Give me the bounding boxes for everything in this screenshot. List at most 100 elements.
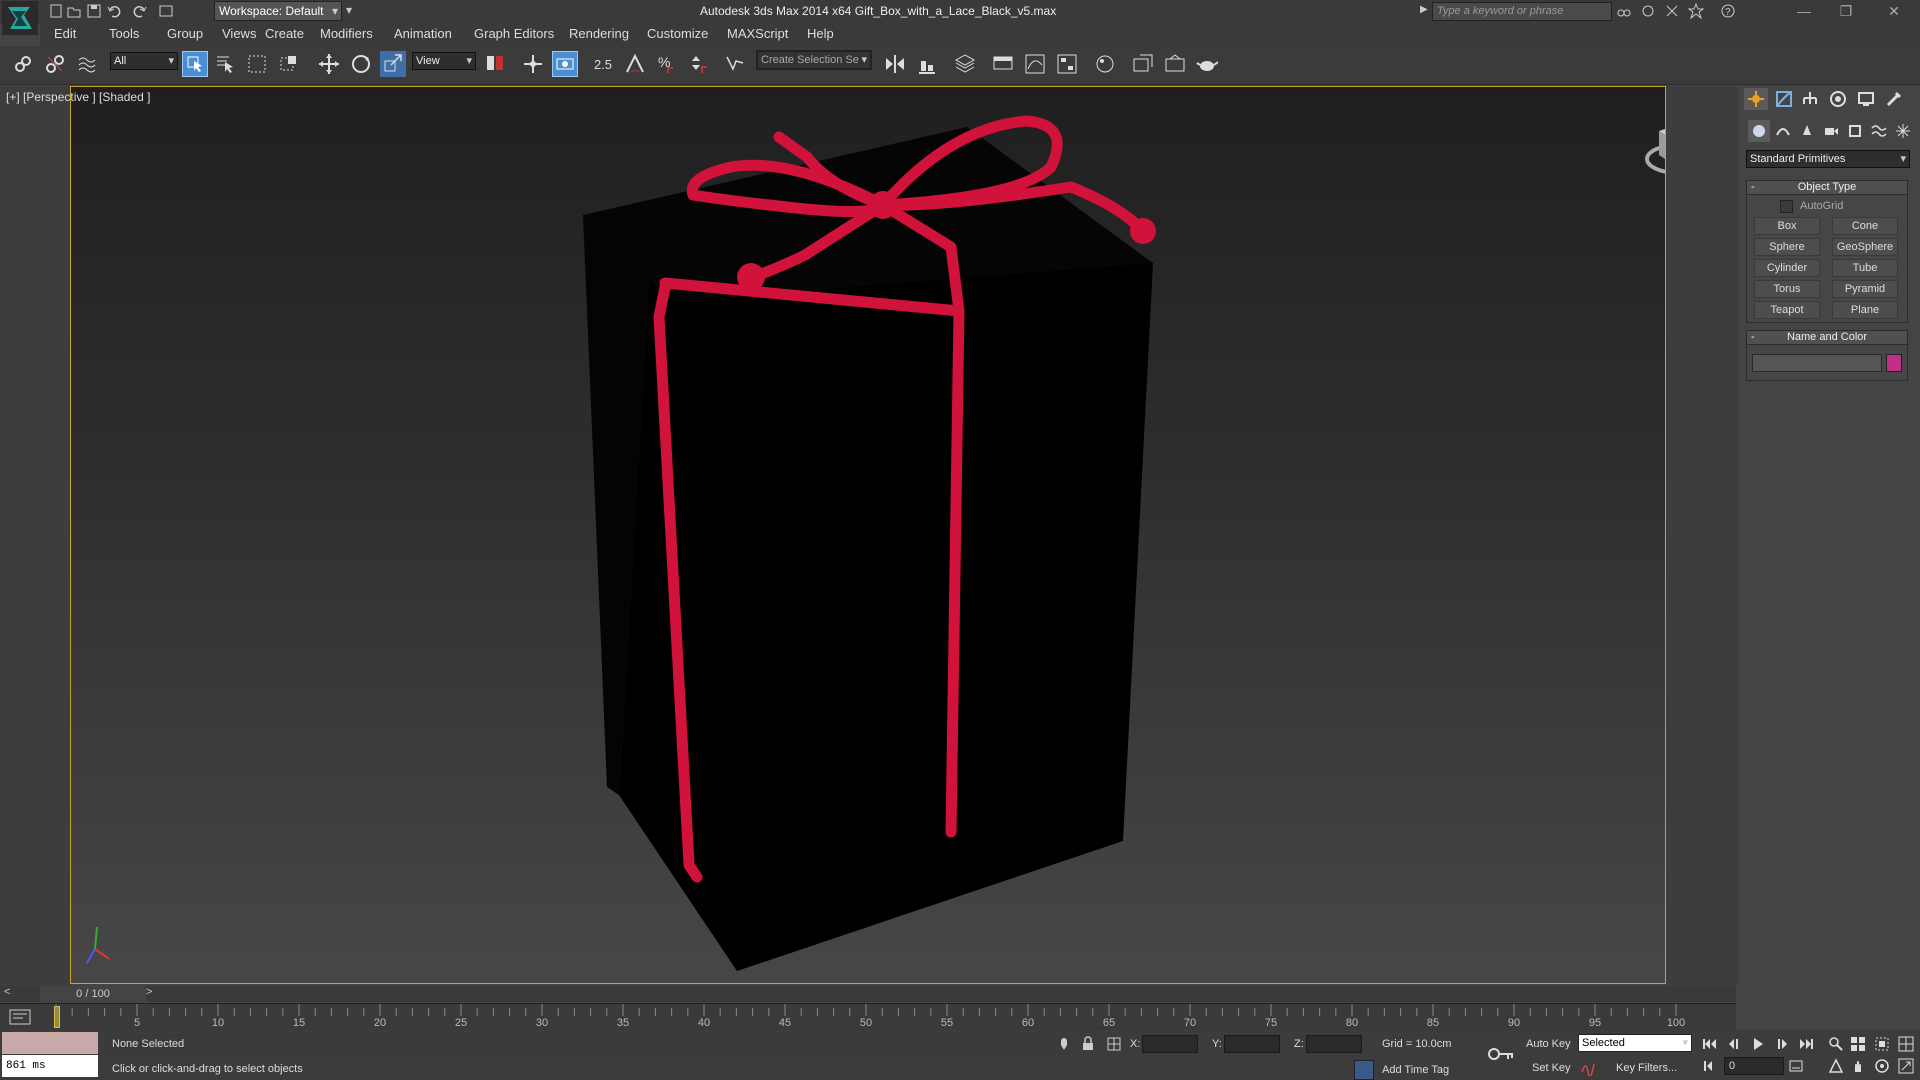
cylinder-button[interactable]: Cylinder (1754, 259, 1820, 277)
menu-customize[interactable]: Customize (647, 26, 708, 41)
workspace-dropdown[interactable]: Workspace: Default (214, 1, 342, 21)
set-key-icon[interactable] (1488, 1046, 1514, 1065)
shapes-icon[interactable] (1772, 120, 1794, 142)
autogrid-checkbox[interactable] (1780, 200, 1793, 213)
torus-button[interactable]: Torus (1754, 280, 1820, 298)
go-to-end-icon[interactable] (1796, 1034, 1816, 1054)
object-name-input[interactable] (1752, 354, 1882, 372)
customize-quick-access-icon[interactable]: ▾ (346, 3, 352, 17)
material-editor-icon[interactable] (1092, 51, 1118, 77)
percent-snap-icon[interactable]: % (654, 51, 680, 77)
menu-create[interactable]: Create (265, 26, 304, 41)
reference-coordinate-dropdown[interactable]: View (412, 52, 476, 70)
layer-manager-icon[interactable] (952, 51, 978, 77)
zoom-extents-icon[interactable] (1872, 1034, 1892, 1054)
cone-button[interactable]: Cone (1832, 217, 1898, 235)
pan-view-icon[interactable] (1848, 1056, 1868, 1076)
move-icon[interactable] (316, 51, 342, 77)
create-tab-icon[interactable] (1744, 88, 1768, 110)
schematic-view-icon[interactable] (1054, 51, 1080, 77)
menu-animation[interactable]: Animation (394, 26, 452, 41)
zoom-all-icon[interactable] (1848, 1034, 1868, 1054)
box-button[interactable]: Box (1754, 217, 1820, 235)
go-to-start-icon[interactable] (1700, 1034, 1720, 1054)
redo-icon[interactable] (132, 3, 150, 21)
modify-tab-icon[interactable] (1772, 88, 1796, 110)
rotate-icon[interactable] (348, 51, 374, 77)
key-filter-curve-icon[interactable] (1580, 1060, 1596, 1079)
time-slider-next-icon[interactable]: > (146, 986, 152, 998)
object-color-swatch[interactable] (1886, 354, 1902, 372)
menu-group[interactable]: Group (167, 26, 203, 41)
geometry-icon[interactable] (1748, 120, 1770, 142)
geosphere-button[interactable]: GeoSphere (1832, 238, 1898, 256)
render-production-teapot-icon[interactable] (1194, 51, 1220, 77)
tube-button[interactable]: Tube (1832, 259, 1898, 277)
orbit-icon[interactable] (1872, 1056, 1892, 1076)
menu-maxscript[interactable]: MAXScript (727, 26, 788, 41)
key-mode-dropdown[interactable]: Selected (1578, 1034, 1692, 1052)
object-category-dropdown[interactable]: Standard Primitives (1746, 150, 1910, 168)
key-filters-button[interactable]: Key Filters... (1616, 1062, 1677, 1074)
zoom-extents-all-icon[interactable] (1896, 1034, 1916, 1054)
app-logo-button[interactable] (2, 1, 38, 35)
window-crossing-icon[interactable] (276, 51, 302, 77)
absolute-offset-mode-icon[interactable] (1106, 1036, 1122, 1055)
time-tag-icon[interactable] (1354, 1060, 1374, 1080)
time-configuration-icon[interactable] (1786, 1056, 1806, 1076)
undo-icon[interactable] (106, 3, 124, 21)
lights-icon[interactable] (1796, 120, 1818, 142)
set-key-button[interactable]: Set Key (1532, 1062, 1571, 1074)
menu-graph-editors[interactable]: Graph Editors (474, 26, 554, 41)
manipulate-icon[interactable] (520, 51, 546, 77)
object-type-rollout-header[interactable]: - Object Type (1746, 180, 1908, 195)
open-file-icon[interactable] (66, 3, 84, 21)
render-setup-icon[interactable] (1130, 51, 1156, 77)
previous-frame-icon[interactable] (1724, 1034, 1744, 1054)
search-input[interactable]: Type a keyword or phrase (1432, 2, 1612, 21)
minimize-button[interactable]: — (1784, 0, 1824, 22)
keyboard-shortcut-override-icon[interactable] (552, 51, 578, 77)
select-and-link-icon[interactable] (10, 51, 36, 77)
plane-button[interactable]: Plane (1832, 301, 1898, 319)
name-and-color-rollout-header[interactable]: - Name and Color (1746, 330, 1908, 345)
menu-tools[interactable]: Tools (109, 26, 139, 41)
pyramid-button[interactable]: Pyramid (1832, 280, 1898, 298)
curve-editor-icon[interactable] (1022, 51, 1048, 77)
next-frame-icon[interactable] (1772, 1034, 1792, 1054)
cameras-icon[interactable] (1820, 120, 1842, 142)
menu-help[interactable]: Help (807, 26, 834, 41)
selection-filter-dropdown[interactable]: All (110, 52, 178, 70)
viewport-label[interactable]: [+] [Perspective ] [Shaded ] (6, 90, 150, 104)
maximize-viewport-icon[interactable] (1896, 1056, 1916, 1076)
motion-tab-icon[interactable] (1826, 88, 1850, 110)
teapot-button[interactable]: Teapot (1754, 301, 1820, 319)
spinner-snap-icon[interactable] (686, 51, 712, 77)
close-button[interactable]: ✕ (1874, 0, 1914, 22)
communication-center-icon[interactable] (1664, 3, 1682, 21)
play-icon[interactable] (1748, 1034, 1768, 1054)
utilities-tab-icon[interactable] (1882, 88, 1906, 110)
maxscript-listener-pink[interactable] (2, 1032, 98, 1054)
zoom-icon[interactable] (1826, 1034, 1846, 1054)
perspective-viewport[interactable] (70, 86, 1666, 984)
snaps-toggle-button[interactable]: 2.5 (590, 51, 616, 77)
display-tab-icon[interactable] (1854, 88, 1878, 110)
mirror-icon[interactable] (882, 51, 908, 77)
help-icon[interactable]: ? (1720, 3, 1738, 21)
menu-rendering[interactable]: Rendering (569, 26, 629, 41)
save-icon[interactable] (86, 3, 104, 21)
menu-views[interactable]: Views (222, 26, 256, 41)
subscription-icon[interactable] (1640, 3, 1658, 21)
menu-modifiers[interactable]: Modifiers (320, 26, 373, 41)
unlink-selection-icon[interactable] (42, 51, 68, 77)
scale-icon[interactable] (380, 51, 406, 77)
favorites-star-icon[interactable] (1687, 2, 1706, 21)
expand-search-icon[interactable]: ▶ (1420, 4, 1428, 15)
isolate-selection-icon[interactable] (1056, 1036, 1072, 1055)
y-coordinate-field[interactable] (1224, 1035, 1280, 1053)
current-frame-field[interactable]: 0 (1724, 1057, 1784, 1075)
time-slider[interactable] (0, 986, 1736, 1002)
bind-space-warp-icon[interactable] (74, 51, 100, 77)
add-time-tag[interactable]: Add Time Tag (1382, 1064, 1449, 1076)
